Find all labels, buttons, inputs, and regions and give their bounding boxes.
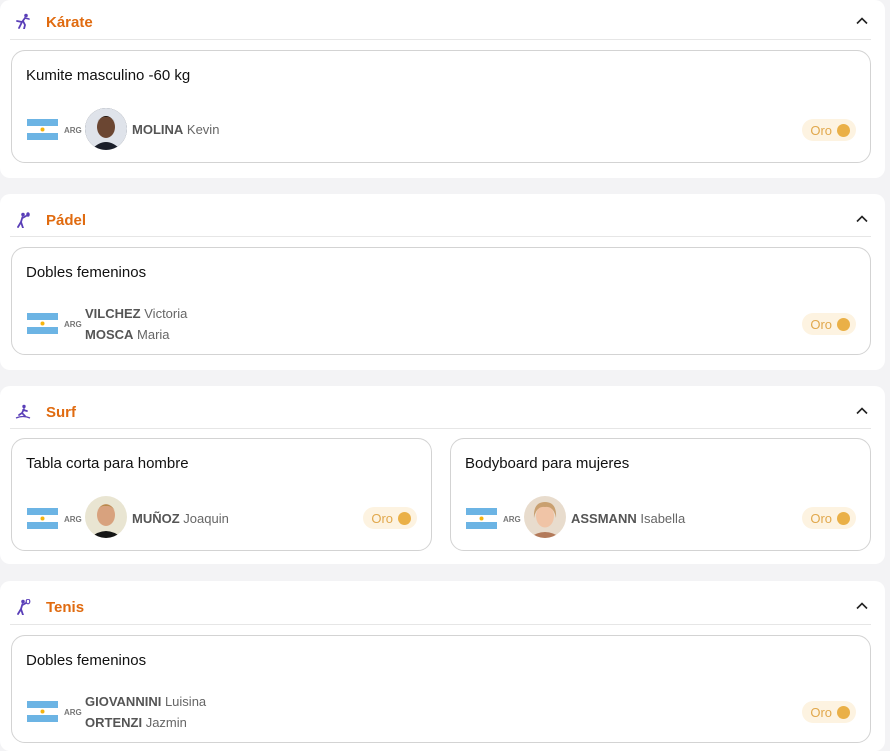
medal-label: Oro — [810, 510, 832, 526]
athlete-given-name: Joaquin — [183, 511, 229, 526]
event-name: Tabla corta para hombre — [26, 455, 189, 472]
argentina-flag-icon — [466, 508, 497, 529]
karate-icon — [16, 13, 30, 29]
country-code: ARG — [64, 515, 82, 524]
sport-title: Surf — [46, 404, 76, 421]
event-name: Dobles femeninos — [26, 652, 147, 669]
tennis-icon — [17, 599, 31, 615]
sport-section-padel: Pádel Dobles femeninos ARG VILCHEZ Victo… — [0, 194, 885, 370]
gold-medal-icon — [398, 511, 411, 525]
avatar — [524, 496, 566, 538]
sport-title: Pádel — [46, 212, 87, 229]
argentina-flag-icon — [27, 508, 58, 529]
surf-icon — [15, 404, 31, 419]
medal-card[interactable]: Tabla corta para hombre ARG MUÑOZ Joaqui… — [11, 438, 432, 551]
athlete-given-name: Isabella — [640, 511, 686, 526]
country-code: ARG — [64, 320, 82, 329]
sport-title: Kárate — [46, 14, 93, 31]
chevron-up-icon[interactable] — [855, 599, 869, 613]
country-code: ARG — [503, 515, 521, 524]
athlete-name: ORTENZI Jazmin — [85, 715, 187, 730]
sport-section-karate: Kárate Kumite masculino -60 kg ARG MOLIN… — [0, 0, 885, 178]
athlete-name: GIOVANNINI Luisina — [85, 694, 206, 709]
medal-badge: Oro — [363, 507, 417, 529]
medal-label: Oro — [810, 704, 832, 720]
athlete-surname: MOLINA — [132, 122, 184, 137]
athlete-given-name: Kevin — [186, 122, 220, 137]
argentina-flag-icon — [27, 701, 58, 722]
avatar — [85, 108, 127, 150]
section-header-tenis[interactable]: Tenis — [10, 585, 871, 625]
chevron-up-icon[interactable] — [855, 14, 869, 28]
medal-card[interactable]: Kumite masculino -60 kg ARG MOLINA Kevin… — [11, 50, 871, 163]
athlete-given-name: Luisina — [164, 694, 207, 709]
athlete-surname: MOSCA — [85, 327, 134, 342]
medal-card[interactable]: Dobles femeninos ARG VILCHEZ Victoria MO… — [11, 247, 871, 355]
athlete-surname: ASSMANN — [571, 511, 637, 526]
athlete-given-name: Maria — [137, 327, 170, 342]
athlete-surname: GIOVANNINI — [85, 694, 162, 709]
gold-medal-icon — [837, 317, 850, 331]
medal-badge: Oro — [802, 507, 856, 529]
section-header-padel[interactable]: Pádel — [10, 198, 871, 237]
argentina-flag-icon — [27, 119, 58, 140]
medal-card[interactable]: Bodyboard para mujeres ARG ASSMANN Isabe… — [450, 438, 871, 551]
medal-label: Oro — [371, 510, 393, 526]
country-code: ARG — [64, 126, 82, 135]
event-name: Kumite masculino -60 kg — [26, 67, 191, 84]
chevron-up-icon[interactable] — [855, 212, 869, 226]
medal-badge: Oro — [802, 313, 856, 335]
padel-icon — [17, 212, 30, 228]
section-header-surf[interactable]: Surf — [10, 390, 871, 429]
argentina-flag-icon — [27, 313, 58, 334]
section-header-karate[interactable]: Kárate — [10, 0, 871, 40]
athlete-surname: ORTENZI — [85, 715, 143, 730]
gold-medal-icon — [837, 705, 850, 719]
gold-medal-icon — [837, 511, 850, 525]
sport-title: Tenis — [46, 599, 85, 616]
medal-badge: Oro — [802, 119, 856, 141]
medal-label: Oro — [810, 316, 832, 332]
country-code: ARG — [64, 708, 82, 717]
athlete-given-name: Jazmin — [145, 715, 187, 730]
athlete-surname: VILCHEZ — [85, 306, 141, 321]
athlete-name: MUÑOZ Joaquin — [132, 511, 229, 526]
athlete-name: ASSMANN Isabella — [571, 511, 685, 526]
athlete-given-name: Victoria — [144, 306, 188, 321]
gold-medal-icon — [837, 123, 850, 137]
athlete-name: MOLINA Kevin — [132, 122, 219, 137]
athlete-surname: MUÑOZ — [132, 511, 180, 526]
sport-section-surf: Surf Tabla corta para hombre ARG MUÑOZ J… — [0, 386, 885, 564]
medal-label: Oro — [810, 122, 832, 138]
medal-card[interactable]: Dobles femeninos ARG GIOVANNINI Luisina … — [11, 635, 871, 743]
athlete-name: MOSCA Maria — [85, 327, 170, 342]
athlete-name: VILCHEZ Victoria — [85, 306, 187, 321]
scrollbar[interactable] — [886, 0, 890, 751]
avatar — [85, 496, 127, 538]
event-name: Bodyboard para mujeres — [465, 455, 630, 472]
event-name: Dobles femeninos — [26, 264, 147, 281]
chevron-up-icon[interactable] — [855, 404, 869, 418]
sport-section-tenis: Tenis Dobles femeninos ARG GIOVANNINI Lu… — [0, 581, 885, 751]
medal-badge: Oro — [802, 701, 856, 723]
